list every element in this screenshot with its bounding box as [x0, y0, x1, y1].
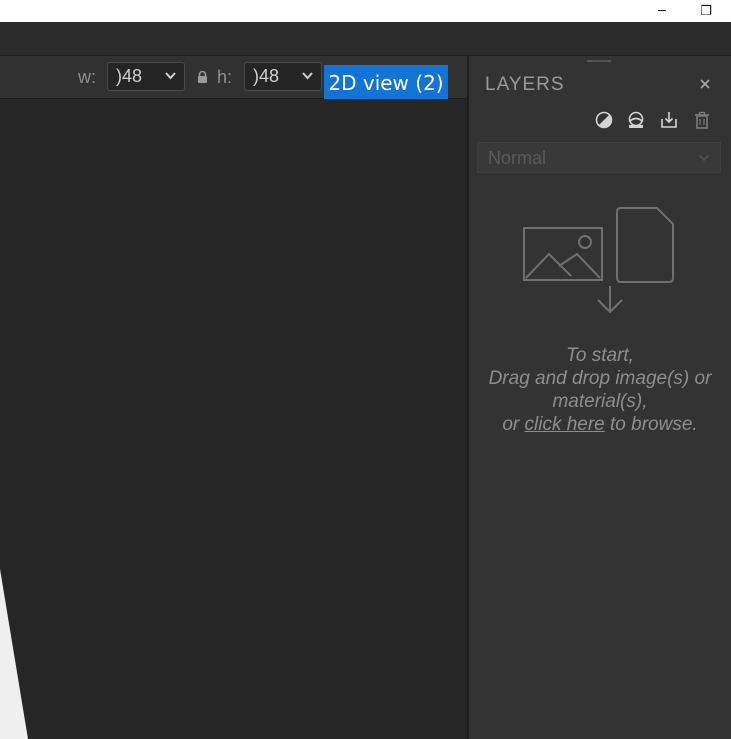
drop-prefix: or: [502, 414, 525, 435]
chevron-down-icon: [302, 72, 313, 80]
minimize-button[interactable]: ─: [642, 0, 682, 22]
chevron-down-icon: [165, 72, 176, 80]
panel-grip[interactable]: [587, 60, 611, 62]
drop-suffix: to browse.: [604, 414, 698, 435]
layers-title: LAYERS: [485, 74, 565, 95]
drop-line-3: material(s),: [552, 391, 648, 412]
browse-link[interactable]: click here: [525, 414, 605, 435]
contrast-icon[interactable]: [595, 111, 613, 129]
width-label: w:: [78, 67, 96, 87]
height-select[interactable]: )48: [244, 62, 322, 91]
view-tag-2d[interactable]: 2D view (2): [324, 65, 448, 100]
width-select[interactable]: )48: [107, 62, 185, 91]
close-icon[interactable]: [699, 78, 711, 90]
drop-image-icon: [523, 207, 674, 314]
restore-button[interactable]: ❐: [686, 0, 726, 22]
drop-instructions: To start, Drag and drop image(s) or mate…: [469, 344, 731, 436]
width-value: )48: [116, 66, 143, 86]
layers-panel: LAYERS Normal To start, Drag and drop im…: [467, 56, 731, 739]
trash-icon[interactable]: [693, 111, 711, 129]
chevron-down-icon: [698, 154, 710, 162]
material-icon[interactable]: [627, 111, 645, 129]
drop-line-2: Drag and drop image(s) or: [488, 368, 712, 389]
lock-icon[interactable]: [197, 71, 208, 83]
drop-line-1: To start,: [566, 345, 634, 366]
drop-line-4: or click here to browse.: [469, 413, 731, 436]
blend-mode-select[interactable]: Normal: [477, 142, 721, 173]
height-value: )48: [253, 66, 280, 86]
blend-mode-value: Normal: [488, 148, 547, 168]
app-menu-strip: [0, 22, 731, 56]
import-icon[interactable]: [660, 111, 678, 129]
canvas-viewport[interactable]: [0, 99, 467, 739]
height-label: h:: [217, 67, 233, 87]
os-title-bar: ─ ❐: [0, 0, 731, 22]
canvas-paper-edge: [0, 569, 28, 739]
